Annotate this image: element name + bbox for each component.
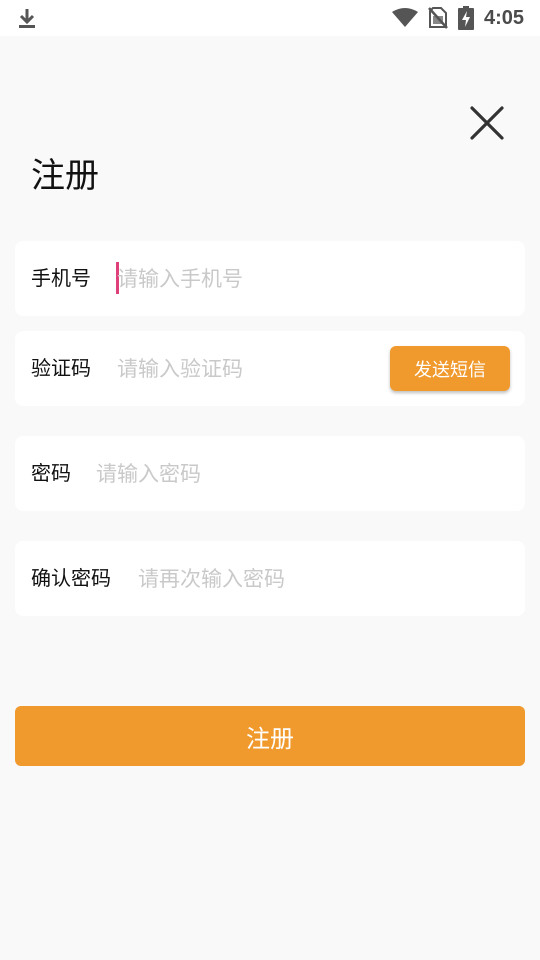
confirm-password-input[interactable]: [138, 541, 508, 616]
status-time: 4:05: [484, 7, 525, 29]
phone-label: 手机号: [31, 266, 91, 290]
password-input[interactable]: [96, 436, 506, 511]
code-field-row: 验证码 发送短信: [15, 331, 525, 406]
code-input[interactable]: [117, 331, 377, 406]
password-field-row: 密码: [15, 436, 525, 511]
download-icon: [19, 9, 35, 28]
phone-input[interactable]: [117, 241, 507, 316]
close-icon[interactable]: [466, 102, 508, 144]
phone-field-row: 手机号: [15, 241, 525, 316]
password-label: 密码: [31, 461, 71, 485]
confirm-password-field-row: 确认密码: [15, 541, 525, 616]
battery-charging-icon: [458, 6, 474, 30]
status-bar: 4:05: [0, 0, 540, 36]
page-title: 注册: [31, 156, 99, 196]
send-sms-button[interactable]: 发送短信: [390, 346, 510, 391]
no-sim-icon: [428, 7, 448, 29]
wifi-icon: [392, 8, 418, 27]
code-label: 验证码: [31, 356, 91, 380]
confirm-password-label: 确认密码: [31, 566, 111, 590]
register-button[interactable]: 注册: [15, 706, 525, 766]
